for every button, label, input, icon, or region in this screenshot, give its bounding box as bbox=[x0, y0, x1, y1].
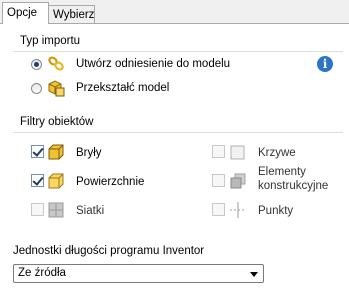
chevron-down-icon bbox=[250, 272, 258, 277]
meshes-label: Siatki bbox=[76, 205, 105, 217]
tab-wybierz[interactable]: Wybierz bbox=[48, 5, 95, 23]
checkbox-solids[interactable] bbox=[31, 145, 44, 158]
units-dropdown-value: Ze źródła bbox=[18, 267, 66, 279]
checkbox-points[interactable] bbox=[212, 203, 225, 216]
convert-model-label: Przekształć model bbox=[76, 82, 170, 94]
construction-elements-icon bbox=[229, 172, 247, 190]
checkbox-construction-elements[interactable] bbox=[212, 174, 225, 187]
curve-icon bbox=[229, 143, 247, 161]
link-chain-icon bbox=[47, 54, 65, 72]
construction-elements-label-line2: konstrukcyjne bbox=[258, 180, 329, 192]
info-icon[interactable]: i bbox=[317, 56, 333, 72]
mesh-icon bbox=[47, 201, 65, 219]
create-reference-label: Utwórz odniesienie do modelu bbox=[76, 58, 231, 70]
group-separator bbox=[13, 51, 343, 52]
radio-convert-model[interactable] bbox=[31, 83, 42, 94]
solid-cube-icon bbox=[47, 143, 65, 161]
checkbox-surfaces[interactable] bbox=[31, 174, 44, 187]
tab-strip: Opcje Wybierz bbox=[0, 0, 349, 24]
points-label: Punkty bbox=[258, 205, 294, 217]
checkbox-meshes[interactable] bbox=[31, 203, 44, 216]
group-separator bbox=[13, 132, 343, 133]
solids-label: Bryły bbox=[76, 147, 102, 159]
tab-opcje[interactable]: Opcje bbox=[2, 2, 49, 24]
units-title: Jednostki długości programu Inventor bbox=[13, 245, 205, 257]
object-filters-title: Filtry obiektów bbox=[20, 116, 94, 128]
radio-create-reference[interactable] bbox=[31, 59, 42, 70]
import-type-title: Typ importu bbox=[20, 35, 81, 47]
units-dropdown[interactable]: Ze źródła bbox=[13, 264, 264, 283]
tab-label: Wybierz bbox=[53, 9, 95, 21]
tab-label: Opcje bbox=[7, 7, 38, 19]
curves-label: Krzywe bbox=[258, 147, 296, 159]
convert-model-icon bbox=[47, 79, 65, 97]
construction-elements-label-line1: Elementy bbox=[258, 166, 306, 178]
point-icon bbox=[229, 201, 247, 219]
surfaces-label: Powierzchnie bbox=[76, 176, 145, 188]
surface-icon bbox=[47, 172, 65, 190]
checkbox-curves[interactable] bbox=[212, 145, 225, 158]
